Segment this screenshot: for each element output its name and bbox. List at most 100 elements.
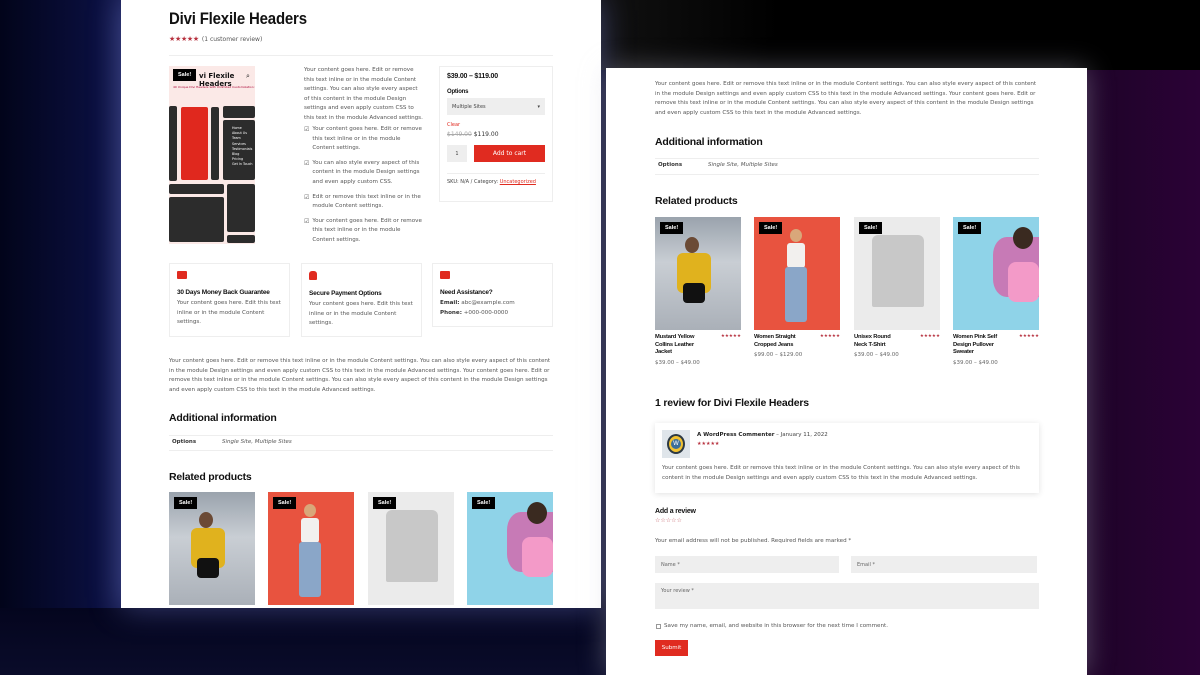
quantity-input[interactable]: 1: [447, 145, 467, 162]
email-value: abc@example.com: [461, 300, 515, 306]
checklist-item: ☑ Edit or remove this text inline or in t…: [304, 193, 424, 212]
save-info-checkbox[interactable]: [656, 624, 661, 630]
lock-icon: [309, 271, 317, 280]
review-author: A WordPress Commenter: [697, 432, 775, 438]
review-card: W A WordPress Commenter – January 11, 20…: [655, 423, 1039, 493]
category-link[interactable]: Uncategorized: [500, 179, 536, 185]
product-title: Divi Flexile Headers: [169, 9, 307, 28]
purchase-box: $39.00 – $119.00 Options Multiple Sites …: [439, 66, 553, 202]
review-textarea[interactable]: Your review *: [655, 583, 1039, 609]
review-date: – January 11, 2022: [776, 432, 828, 438]
review-count-link[interactable]: (1 customer review): [202, 36, 262, 43]
review-stars: ★★★★★: [697, 441, 720, 447]
variation-price: $149.00 $119.00: [447, 131, 545, 138]
product-price: $39.00 – $49.00: [854, 352, 899, 359]
related-product-image[interactable]: Sale!: [368, 492, 454, 605]
product-stars: ★★★★★: [1018, 334, 1039, 339]
mock-navbar: [169, 184, 224, 194]
related-product-image[interactable]: Sale!: [953, 217, 1039, 330]
product-rating: ★★★★★ (1 customer review): [169, 35, 262, 43]
divider: [169, 450, 553, 451]
additional-info-row: Options Single Site, Multiple Sites: [658, 162, 778, 168]
divider: [655, 174, 1039, 175]
divider: [169, 55, 553, 56]
add-review-heading: Add a review: [655, 508, 696, 515]
related-product-image[interactable]: Sale!: [754, 217, 840, 330]
rating-stars: ★★★★★: [169, 35, 199, 43]
product-price: $99.00 – $129.00: [754, 352, 803, 359]
product-name-link[interactable]: Women Pink Self Design Pullover Sweater: [953, 334, 1003, 357]
sale-badge: Sale!: [273, 497, 297, 509]
mock-sidebar: [169, 106, 177, 181]
checkbox-icon: ☑: [304, 126, 310, 133]
feature-title: Secure Payment Options: [309, 290, 382, 297]
short-description: Your content goes here. Edit or remove t…: [304, 67, 423, 121]
options-label: Options: [447, 89, 469, 95]
additional-info-heading: Additional information: [655, 136, 763, 148]
product-name-link[interactable]: Mustard Yellow Collins Leather Jacket: [655, 334, 705, 357]
related-product-image[interactable]: Sale!: [467, 492, 553, 605]
chevron-down-icon: ▾: [537, 103, 540, 110]
sale-badge: Sale!: [373, 497, 397, 509]
feature-checklist: ☑ Your content goes here. Edit or remove …: [304, 125, 424, 251]
sale-badge: Sale!: [174, 497, 198, 509]
related-product-card: Mustard Yellow Collins Leather Jacket ★★…: [655, 334, 741, 366]
sale-badge: Sale!: [660, 222, 684, 234]
divider: [169, 435, 553, 436]
wordpress-icon: W: [671, 439, 681, 449]
related-product-image[interactable]: Sale!: [655, 217, 741, 330]
search-icon: ⌕: [246, 72, 250, 80]
feature-box-payment: Secure Payment Options Your content goes…: [301, 263, 422, 337]
mock-menu-panel: Home About Us Team Services Testimonials Blog…: [223, 120, 255, 180]
product-gallery-image[interactable]: Sale! vi Flexile Headers ⌕ 40 Unique Div…: [169, 66, 255, 244]
related-product-card: Unisex Round Neck T-Shirt ★★★★★ $39.00 –…: [854, 334, 940, 358]
product-stars: ★★★★★: [919, 334, 940, 339]
product-stars: ★★★★★: [819, 334, 840, 339]
sale-badge: Sale!: [958, 222, 982, 234]
additional-info-row: Options Single Site, Multiple Sites: [172, 439, 292, 445]
checklist-item: ☑ You can also style every aspect of this…: [304, 159, 424, 188]
checkbox-icon: ☑: [304, 217, 310, 225]
checkbox-icon: ☑: [304, 159, 310, 167]
related-product-image[interactable]: Sale!: [268, 492, 354, 605]
add-to-cart-button[interactable]: Add to cart: [474, 145, 545, 162]
sale-badge: Sale!: [759, 222, 783, 234]
checkbox-icon: ☑: [304, 193, 310, 201]
gallery-subtitle: 40 Unique Divi Headers with Unlimited Cu…: [173, 85, 255, 89]
save-info-label: Save my name, email, and website in this…: [664, 623, 889, 629]
related-products-heading: Related products: [655, 195, 738, 207]
additional-info-heading: Additional information: [169, 412, 277, 424]
product-name-link[interactable]: Women Straight Cropped Jeans: [754, 334, 804, 349]
submit-button[interactable]: Submit: [655, 640, 688, 656]
email-input[interactable]: Email *: [851, 556, 1037, 573]
long-description: Your content goes here. Edit or remove t…: [655, 81, 1037, 116]
sale-badge: Sale!: [173, 69, 197, 81]
related-products-heading: Related products: [169, 471, 252, 483]
clear-link[interactable]: Clear: [447, 122, 545, 128]
product-stars: ★★★★★: [720, 334, 741, 339]
feature-text: Your content goes here. Edit this text i…: [177, 300, 281, 326]
review-text: Your content goes here. Edit or remove t…: [662, 465, 1020, 481]
options-selected-value: Multiple Sites: [452, 103, 486, 110]
related-product-card: Women Straight Cropped Jeans ★★★★★ $99.0…: [754, 334, 840, 358]
related-product-card: Women Pink Self Design Pullover Sweater …: [953, 334, 1039, 366]
background-bottom: [0, 608, 610, 675]
product-price: $39.00 – $49.00: [953, 359, 998, 366]
product-name-link[interactable]: Unisex Round Neck T-Shirt: [854, 334, 899, 349]
related-product-image[interactable]: Sale!: [169, 492, 255, 605]
product-meta: SKU: N/A / Category: Uncategorized: [447, 173, 545, 185]
name-input[interactable]: Name *: [655, 556, 839, 573]
related-product-image[interactable]: Sale!: [854, 217, 940, 330]
review-author-line: A WordPress Commenter – January 11, 2022: [697, 432, 828, 438]
rating-input-stars[interactable]: ☆☆☆☆☆: [655, 517, 682, 524]
sale-badge: Sale!: [472, 497, 496, 509]
feature-title: Need Assistance?: [440, 289, 493, 296]
mock-footer-bar: [227, 235, 255, 243]
price-range: $39.00 – $119.00: [447, 73, 498, 80]
options-select[interactable]: Multiple Sites ▾: [447, 98, 545, 115]
mock-dropdown: [169, 197, 224, 242]
checklist-item: ☑ Your content goes here. Edit or remove …: [304, 125, 424, 154]
background-top-right: [600, 0, 1200, 70]
feature-box-guarantee: 30 Days Money Back Guarantee Your conten…: [169, 263, 290, 337]
feature-box-assistance: Need Assistance? Email: abc@example.com …: [432, 263, 553, 327]
